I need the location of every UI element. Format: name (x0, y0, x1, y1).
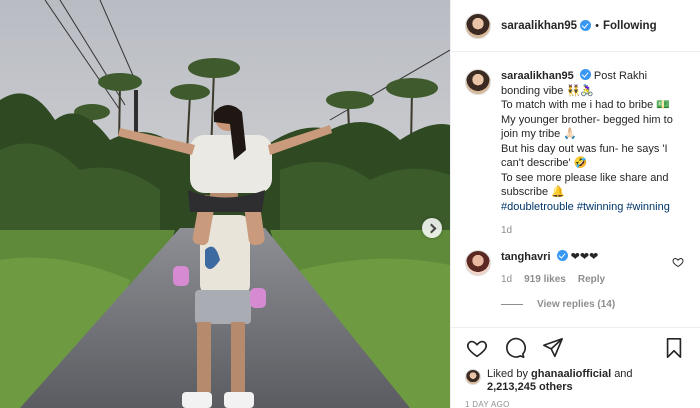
caption-time[interactable]: 1d (501, 224, 686, 239)
hashtag-link[interactable]: #doubletrouble (501, 201, 574, 213)
comment-text: ❤❤❤ (570, 250, 599, 263)
hashtags: #doubletrouble #twinning #winning (501, 200, 686, 215)
caption-line: But his day out was fun- he says 'I can'… (501, 142, 668, 170)
view-replies-label: View replies (14) (537, 298, 616, 310)
hashtag-link[interactable]: #winning (626, 201, 669, 213)
caption-line: To see more please like share and subscr… (501, 171, 669, 199)
verified-icon (556, 249, 568, 261)
post-time[interactable]: 1 DAY AGO (465, 400, 686, 408)
liked-by-prefix: Liked by (487, 368, 528, 380)
caption-username[interactable]: saraalikhan95 (501, 70, 574, 82)
action-bar: Liked by ghanaaliofficial and 2,213,245 … (451, 327, 700, 408)
commenter-avatar[interactable] (465, 249, 491, 276)
likes-summary: Liked by ghanaaliofficial and 2,213,245 … (465, 368, 686, 394)
photo-scene (0, 0, 450, 408)
liker-username[interactable]: ghanaaliofficial (531, 368, 611, 380)
comment-heart-icon[interactable] (672, 256, 684, 268)
likes-count[interactable]: 2,213,245 others (487, 381, 573, 393)
caption: saraalikhan95 Post Rakhi bonding vibe 👯‍… (465, 69, 686, 239)
comment-time[interactable]: 1d (501, 273, 512, 287)
liker-avatar[interactable] (465, 369, 481, 385)
next-photo-button chevron-right-icon[interactable] (422, 218, 442, 238)
separator: • (595, 19, 599, 32)
comments-section[interactable]: saraalikhan95 Post Rakhi bonding vibe 👯‍… (451, 60, 700, 325)
caption-line: saraalikhan95 Post Rakhi bonding vibe 👯‍… (501, 69, 647, 97)
likes-text: Liked by ghanaaliofficial and 2,213,245 … (487, 368, 633, 394)
verified-icon (579, 69, 591, 80)
caption-body: saraalikhan95 Post Rakhi bonding vibe 👯‍… (501, 69, 686, 239)
following-button[interactable]: Following (603, 20, 657, 32)
comment-icon[interactable] (503, 336, 527, 360)
verified-icon (580, 20, 592, 31)
commenter-username[interactable]: tanghavri (501, 251, 551, 263)
caption-line: My younger brother- begged him to join m… (501, 113, 673, 141)
caption-avatar[interactable] (465, 69, 491, 95)
post-header: saraalikhan95 • Following (451, 0, 700, 52)
view-replies-button[interactable]: View replies (14) (501, 299, 686, 310)
likes-and: and (614, 368, 633, 380)
replies-divider (501, 303, 523, 305)
bookmark-icon[interactable] (662, 336, 686, 360)
post-side-panel: saraalikhan95 • Following saraalikhan95 … (450, 0, 700, 408)
avatar[interactable] (465, 12, 491, 39)
post-photo[interactable] (0, 0, 450, 408)
post-username[interactable]: saraalikhan95 (501, 20, 577, 32)
action-icons (465, 336, 686, 360)
comment: tanghavri ❤❤❤ 1d 919 likes Reply (465, 249, 686, 287)
comment-likes[interactable]: 919 likes (524, 273, 566, 287)
comment-body: tanghavri ❤❤❤ 1d 919 likes Reply (501, 249, 681, 287)
hashtag-link[interactable]: #twinning (577, 201, 623, 213)
reply-button[interactable]: Reply (578, 273, 605, 287)
share-icon[interactable] (541, 336, 565, 360)
comment-meta: 1d 919 likes Reply (501, 273, 681, 287)
heart-icon[interactable] (465, 336, 489, 360)
caption-line: To match with me i had to bribe 💵 (501, 99, 670, 111)
